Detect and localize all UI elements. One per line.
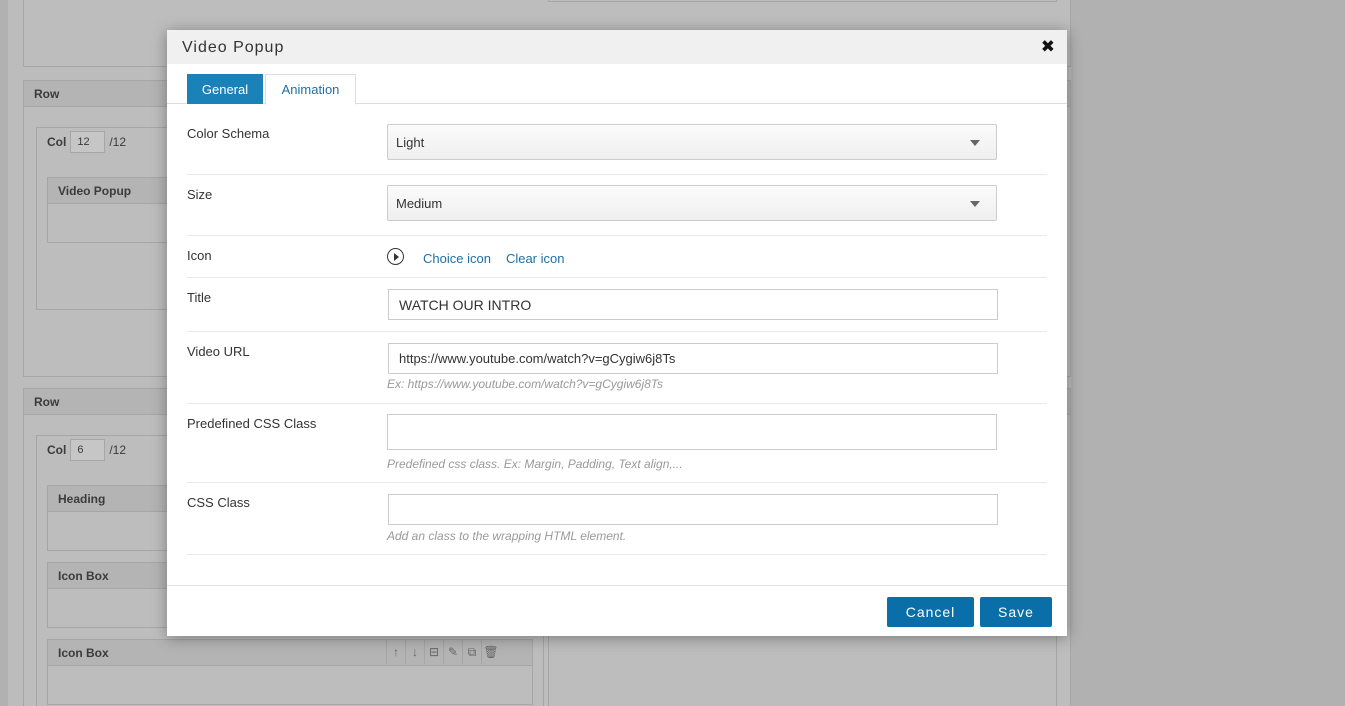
size-value: Medium: [396, 195, 443, 211]
field-size: Size Medium: [187, 175, 1047, 236]
move-up-icon[interactable]: ↑: [386, 640, 405, 664]
col-2-width-input[interactable]: 6: [70, 439, 106, 461]
css-class-hint: Add an class to the wrapping HTML elemen…: [387, 529, 627, 543]
element-heading-label: Heading: [58, 491, 106, 506]
field-title: Title WATCH OUR INTRO: [187, 278, 1047, 332]
field-css-class: CSS Class Add an class to the wrapping H…: [187, 483, 1047, 555]
builder-top-right-box: [548, 0, 1057, 2]
title-label: Title: [187, 290, 212, 305]
save-button[interactable]: Save: [980, 597, 1052, 627]
move-down-icon[interactable]: ↓: [405, 640, 424, 664]
cancel-button[interactable]: Cancel: [887, 597, 974, 627]
row-1-label: Row: [34, 86, 60, 101]
chevron-down-icon: [970, 201, 980, 207]
predefined-css-label: Predefined CSS Class: [187, 416, 317, 431]
duplicate-icon[interactable]: ⧉: [462, 640, 481, 664]
color-schema-label: Color Schema: [187, 126, 270, 141]
modal-header: Video Popup ✖: [167, 30, 1067, 64]
modal-title: Video Popup: [182, 39, 285, 56]
collapse-icon[interactable]: ⊟: [424, 640, 443, 664]
field-color-schema: Color Schema Light: [187, 104, 1047, 175]
col-2-fraction: /12: [109, 443, 127, 457]
trash-icon[interactable]: 🗑: [481, 640, 500, 664]
size-label: Size: [187, 187, 213, 202]
modal-tabs: General Animation: [167, 64, 1067, 105]
video-url-label: Video URL: [187, 344, 250, 359]
play-circle-icon: [387, 248, 404, 265]
right-gutter: [1087, 0, 1345, 706]
col-1-fraction: /12: [109, 135, 127, 149]
col-1-label: Col: [47, 135, 67, 149]
tab-general[interactable]: General: [187, 74, 263, 104]
element-icon-box-1-label: Icon Box: [58, 568, 109, 583]
size-select[interactable]: Medium: [387, 185, 997, 221]
field-icon: Icon Choice icon Clear icon: [187, 236, 1047, 278]
css-class-label: CSS Class: [187, 495, 250, 510]
field-video-url: Video URL https://www.youtube.com/watch?…: [187, 332, 1047, 404]
title-input[interactable]: WATCH OUR INTRO: [388, 289, 998, 320]
edit-icon[interactable]: ✎: [443, 640, 462, 664]
element-video-popup-label: Video Popup: [58, 183, 132, 198]
clear-icon-link[interactable]: Clear icon: [506, 251, 565, 266]
row-2-label: Row: [34, 394, 60, 409]
color-schema-select[interactable]: Light: [387, 124, 997, 160]
col-2-label: Col: [47, 443, 67, 457]
close-icon[interactable]: ✖: [1041, 37, 1055, 57]
css-class-input[interactable]: [388, 494, 998, 525]
element-toolbar: ↑ ↓ ⊟ ✎ ⧉ 🗑: [386, 640, 500, 664]
icon-label: Icon: [187, 248, 212, 263]
element-video-popup-header[interactable]: Video Popup: [47, 177, 176, 204]
field-predefined-css-class: Predefined CSS Class Predefined css clas…: [187, 404, 1047, 483]
predefined-css-select[interactable]: [387, 414, 997, 450]
video-popup-modal: Video Popup ✖ General Animation Color Sc…: [167, 30, 1067, 636]
col-1-header: Col 12 /12: [47, 131, 126, 153]
chevron-down-icon: [970, 140, 980, 146]
col-2-header: Col 6 /12: [47, 439, 126, 461]
predefined-css-hint: Predefined css class. Ex: Margin, Paddin…: [387, 457, 683, 471]
modal-footer: Cancel Save: [167, 585, 1067, 636]
color-schema-value: Light: [396, 134, 425, 150]
tab-animation[interactable]: Animation: [265, 74, 356, 105]
video-url-input[interactable]: https://www.youtube.com/watch?v=gCygiw6j…: [388, 343, 998, 374]
col-1-width-input[interactable]: 12: [70, 131, 106, 153]
choice-icon-link[interactable]: Choice icon: [423, 251, 491, 266]
video-url-hint: Ex: https://www.youtube.com/watch?v=gCyg…: [387, 377, 664, 391]
element-icon-box-2-label: Icon Box: [58, 645, 109, 660]
